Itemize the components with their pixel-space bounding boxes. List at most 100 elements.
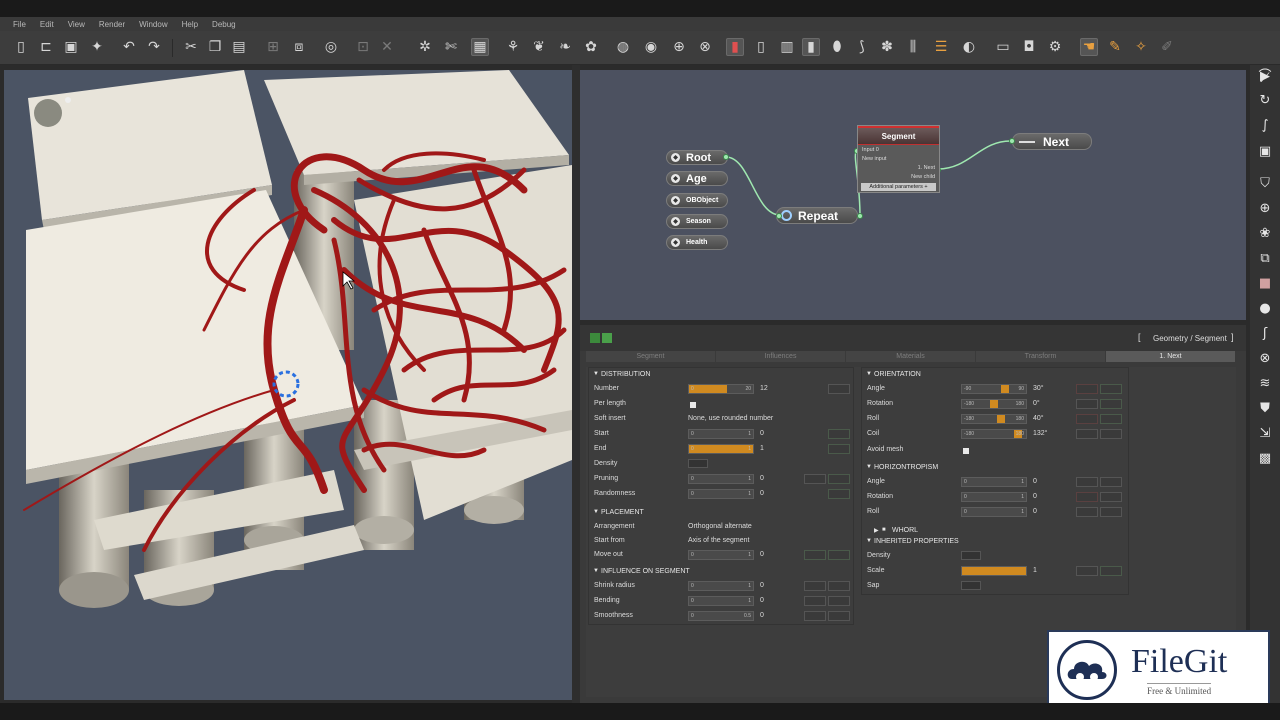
slider-pruning[interactable]: 01 xyxy=(688,474,754,484)
key-pruning-a[interactable] xyxy=(804,474,826,484)
menu-debug[interactable]: Debug xyxy=(205,20,243,29)
cut-icon[interactable]: ✂ xyxy=(182,38,200,56)
tab-materials[interactable]: Materials xyxy=(846,351,976,362)
paste-icon[interactable]: ▤ xyxy=(230,38,248,56)
section-distribution[interactable]: DISTRIBUTION xyxy=(601,371,650,378)
sphere-icon[interactable]: ● xyxy=(1255,299,1275,317)
tool-dim-icon[interactable]: ⊡ xyxy=(354,38,372,56)
refresh-icon[interactable]: ↻ xyxy=(1255,91,1275,109)
spline-icon[interactable]: ∫ xyxy=(1255,116,1275,134)
section-horizontropism-arrow-icon[interactable]: ▼ xyxy=(866,464,872,470)
port-root-out[interactable] xyxy=(723,154,729,160)
render-icon-3[interactable]: ⚙ xyxy=(1046,38,1064,56)
menu-file[interactable]: File xyxy=(6,20,33,29)
save-icon[interactable]: ▣ xyxy=(62,38,80,56)
play-icon[interactable]: ▶ xyxy=(1255,67,1275,85)
key-coil-b[interactable] xyxy=(1100,429,1122,439)
leaf-panel-icon[interactable]: ❀ xyxy=(1255,224,1275,242)
section-orientation-arrow-icon[interactable]: ▼ xyxy=(866,371,872,377)
key-end[interactable] xyxy=(828,444,850,454)
section-horizontropism[interactable]: HORIZONTROPISM xyxy=(874,464,938,471)
tab-transform[interactable]: Transform xyxy=(976,351,1106,362)
slider-h-angle[interactable]: 01 xyxy=(961,477,1027,487)
node-age[interactable]: ◆ Age xyxy=(666,171,728,186)
menu-edit[interactable]: Edit xyxy=(33,20,61,29)
slider-coil[interactable]: -180 180 xyxy=(961,429,1027,439)
menu-window[interactable]: Window xyxy=(132,20,174,29)
geometry-icon-1[interactable]: ◍ xyxy=(614,38,632,56)
slider-angle[interactable]: -90 90 xyxy=(961,384,1027,394)
checkbox-avoid-mesh[interactable] xyxy=(963,448,969,454)
key-angle-b[interactable] xyxy=(1100,384,1122,394)
image-icon[interactable]: ▣ xyxy=(1255,142,1275,160)
script-icon[interactable]: ʃ xyxy=(1255,324,1275,342)
branch-add-icon[interactable]: ✲ xyxy=(416,38,434,56)
section-distribution-arrow-icon[interactable]: ▼ xyxy=(593,371,599,377)
segment-additional-params[interactable]: Additional parameters + xyxy=(861,183,936,191)
section-inherited[interactable]: INHERITED PROPERTIES xyxy=(874,538,959,545)
section-orientation[interactable]: ORIENTATION xyxy=(874,371,921,378)
sticks-icon[interactable]: ⫼ xyxy=(904,38,922,56)
key-rotation-b[interactable] xyxy=(1100,399,1122,409)
node-root[interactable]: ◆ Root xyxy=(666,150,728,165)
leaf-icon-4[interactable]: ✿ xyxy=(582,38,600,56)
render-icon-1[interactable]: ▭ xyxy=(994,38,1012,56)
inherited-density-box[interactable] xyxy=(961,551,981,560)
slider-h-roll[interactable]: 01 xyxy=(961,507,1027,517)
node-segment[interactable]: Segment Input 0 New input 1. Next New ch… xyxy=(857,125,940,193)
segment-new-child[interactable]: New child xyxy=(858,172,939,181)
port-repeat-out[interactable] xyxy=(857,213,863,219)
segment-new-input[interactable]: New input xyxy=(858,154,939,163)
material-icon[interactable]: ■ xyxy=(1255,274,1275,292)
whorl-checkbox-icon[interactable]: ■ xyxy=(882,527,886,533)
key-coil-a[interactable] xyxy=(1076,429,1098,439)
key-scale-a[interactable] xyxy=(1076,566,1098,576)
port-next-in[interactable] xyxy=(1009,138,1015,144)
key-pruning-b[interactable] xyxy=(828,474,850,484)
slider-smoothness[interactable]: 0 0.5 xyxy=(688,611,754,621)
slider-end[interactable]: 01 xyxy=(688,444,754,454)
key-roll-b[interactable] xyxy=(1100,414,1122,424)
geometry-icon-2[interactable]: ◉ xyxy=(642,38,660,56)
value-soft-insert[interactable]: None, use rounded number xyxy=(688,415,773,422)
key-h-roll-a[interactable] xyxy=(1076,507,1098,517)
slider-bending[interactable]: 01 xyxy=(688,596,754,606)
hand-tool-icon[interactable]: ☚ xyxy=(1080,38,1098,56)
section-placement[interactable]: PLACEMENT xyxy=(601,509,644,516)
undo-icon[interactable]: ↶ xyxy=(120,38,138,56)
group-icon[interactable]: ⊞ xyxy=(264,38,282,56)
copy-icon[interactable]: ❐ xyxy=(206,38,224,56)
leaf-icon-1[interactable]: ⚘ xyxy=(504,38,522,56)
bark-icon[interactable]: ▮ xyxy=(802,38,820,56)
section-whorl[interactable]: WHORL xyxy=(892,527,918,534)
open-folder-icon[interactable]: ⊏ xyxy=(37,38,55,56)
render-icon-2[interactable]: ◘ xyxy=(1020,38,1038,56)
brush-icon[interactable]: ✐ xyxy=(1158,38,1176,56)
node-health[interactable]: ◆ Health xyxy=(666,235,728,250)
import-icon[interactable]: ⇲ xyxy=(1255,424,1275,442)
cross-icon[interactable]: ⊗ xyxy=(1255,349,1275,367)
section-influence-arrow-icon[interactable]: ▼ xyxy=(593,568,599,574)
graph-icon[interactable]: ≋ xyxy=(1255,374,1275,392)
whorl-arrow-icon[interactable]: ▶ xyxy=(874,527,879,534)
ladder-icon[interactable]: ☰ xyxy=(932,38,950,56)
view-icon[interactable]: ◎ xyxy=(322,38,340,56)
leaf-icon-3[interactable]: ❧ xyxy=(556,38,574,56)
node-repeat[interactable]: Repeat xyxy=(776,207,858,224)
segment-icon[interactable]: ▮ xyxy=(726,38,744,56)
slider-start[interactable]: 01 xyxy=(688,429,754,439)
key-angle-a[interactable] xyxy=(1076,384,1098,394)
geometry-icon-4[interactable]: ⊗ xyxy=(696,38,714,56)
key-start[interactable] xyxy=(828,429,850,439)
key-h-roll-b[interactable] xyxy=(1100,507,1122,517)
slider-shrink-radius[interactable]: 01 xyxy=(688,581,754,591)
branch-cut-icon[interactable]: ✄ xyxy=(442,38,460,56)
menu-view[interactable]: View xyxy=(61,20,92,29)
checkbox-per-length[interactable] xyxy=(690,402,696,408)
key-h-angle-b[interactable] xyxy=(1100,477,1122,487)
3d-viewport[interactable] xyxy=(4,70,572,700)
compass-icon[interactable]: ◐ xyxy=(960,38,978,56)
key-smoothness-b[interactable] xyxy=(828,611,850,621)
pencil-icon[interactable]: ✎ xyxy=(1106,38,1124,56)
menu-help[interactable]: Help xyxy=(175,20,205,29)
